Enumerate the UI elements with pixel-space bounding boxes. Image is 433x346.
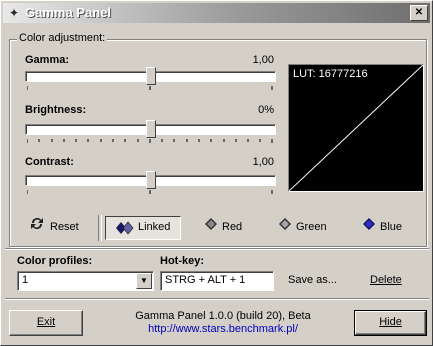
gamma-curve bbox=[289, 65, 423, 191]
exit-label: Exit bbox=[36, 316, 56, 328]
green-diamond-icon bbox=[279, 216, 291, 238]
blue-channel-button[interactable]: Blue bbox=[363, 216, 402, 238]
gamma-label: Gamma: bbox=[25, 54, 70, 66]
red-channel-button[interactable]: Red bbox=[205, 216, 242, 238]
close-icon[interactable]: ✕ bbox=[410, 5, 428, 21]
contrast-slider-ticks bbox=[27, 190, 273, 194]
contrast-label: Contrast: bbox=[25, 156, 74, 168]
color-profiles-label: Color profiles: bbox=[17, 255, 93, 267]
gamma-slider-thumb[interactable] bbox=[146, 67, 156, 85]
linked-icon bbox=[116, 221, 134, 238]
separator-bottom bbox=[5, 298, 429, 300]
reset-button[interactable]: Reset bbox=[29, 216, 79, 238]
save-as-button[interactable]: Save as... bbox=[288, 274, 337, 286]
color-profiles-select[interactable]: 1 ▼ bbox=[17, 271, 154, 291]
brightness-slider-thumb[interactable] bbox=[146, 120, 156, 138]
gamma-slider-ticks bbox=[27, 86, 273, 90]
color-adjustment-label: Color adjustment: bbox=[17, 32, 108, 44]
exit-button[interactable]: Exit bbox=[9, 310, 83, 336]
app-icon: ✦ bbox=[8, 6, 20, 20]
gamma-value: 1,00 bbox=[252, 54, 274, 66]
hide-button[interactable]: Hide bbox=[354, 310, 427, 336]
red-diamond-icon bbox=[205, 216, 217, 238]
hot-key-label: Hot-key: bbox=[160, 255, 205, 267]
green-channel-button[interactable]: Green bbox=[279, 216, 327, 238]
homepage-link[interactable]: http://www.stars.benchmark.pl/ bbox=[113, 323, 333, 335]
contrast-slider-thumb[interactable] bbox=[146, 171, 156, 189]
red-label: Red bbox=[222, 221, 243, 233]
color-profiles-value: 1 bbox=[22, 274, 29, 286]
reset-label: Reset bbox=[50, 221, 79, 233]
title-bar[interactable]: ✦ Gamma Panel ✕ bbox=[3, 3, 430, 23]
brightness-value: 0% bbox=[258, 104, 274, 116]
version-text: Gamma Panel 1.0.0 (build 20), Beta bbox=[135, 310, 311, 322]
reset-icon bbox=[29, 216, 45, 238]
gamma-panel-window: ✦ Gamma Panel ✕ Color adjustment: Gamma:… bbox=[0, 0, 433, 346]
window-title: Gamma Panel bbox=[25, 5, 111, 20]
hot-key-input[interactable]: STRG + ALT + 1 bbox=[160, 271, 274, 291]
linked-toggle-button[interactable]: Linked bbox=[105, 216, 181, 240]
brightness-slider-ticks bbox=[27, 139, 273, 143]
green-label: Green bbox=[296, 221, 327, 233]
delete-button[interactable]: Delete bbox=[370, 274, 402, 286]
blue-diamond-icon bbox=[363, 216, 375, 238]
hot-key-value: STRG + ALT + 1 bbox=[165, 274, 246, 286]
contrast-value: 1,00 bbox=[252, 156, 274, 168]
separator-top bbox=[5, 248, 429, 250]
hide-label: Hide bbox=[379, 316, 402, 328]
brightness-label: Brightness: bbox=[25, 104, 87, 116]
linked-label: Linked bbox=[138, 221, 171, 233]
blue-label: Blue bbox=[380, 221, 403, 233]
chevron-down-icon[interactable]: ▼ bbox=[136, 273, 152, 289]
toolbar-separator bbox=[98, 215, 102, 241]
lut-preview: LUT: 16777216 bbox=[288, 64, 424, 192]
